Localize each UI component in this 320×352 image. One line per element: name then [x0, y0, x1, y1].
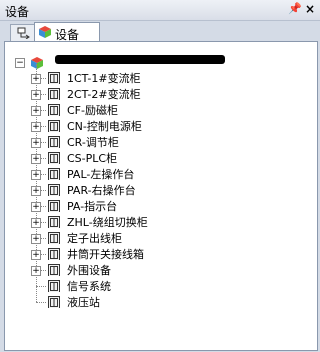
tree-item-label: CF-励磁柜	[67, 104, 118, 117]
tree-item-label: PA-指示台	[67, 200, 118, 213]
tree-item-label: 信号系统	[67, 280, 111, 293]
tree-item[interactable]: + 定子出线柜	[5, 231, 317, 247]
tree-item-label: ZHL-绕组切换柜	[67, 216, 148, 229]
tree-item-label: 外围设备	[67, 264, 111, 277]
tree-item[interactable]: + CF-励磁柜	[5, 103, 317, 119]
cabinet-icon	[48, 216, 60, 228]
expand-icon[interactable]: +	[31, 202, 41, 212]
expand-icon[interactable]: +	[31, 122, 41, 132]
tree-root[interactable]: −	[5, 55, 317, 71]
expand-icon[interactable]: +	[31, 250, 41, 260]
tree-item[interactable]: + CS-PLC柜	[5, 151, 317, 167]
device-panel: 设备 📌 × 设备 − + 1CT-1#变流柜 + 2CT-2#变流柜 + CF…	[0, 0, 320, 352]
cabinet-icon	[48, 248, 60, 260]
cabinet-icon	[48, 168, 60, 180]
tree-item-label: PAR-右操作台	[67, 184, 136, 197]
tree-item-label: 2CT-2#变流柜	[67, 88, 141, 101]
tree-item-label: PAL-左操作台	[67, 168, 135, 181]
tab-devices[interactable]: 设备	[34, 22, 100, 42]
root-label-redacted	[55, 55, 225, 64]
tab-strip: 设备	[0, 21, 320, 42]
tree-connector-branch	[36, 286, 46, 287]
device-tree: − +1CT-1#变流柜 +2CT-2#变流柜 + CF-励磁柜 + CN-控制电源柜 + C…	[5, 42, 317, 350]
cabinet-icon	[48, 232, 60, 244]
expand-icon[interactable]: +	[31, 90, 41, 100]
cabinet-icon	[48, 120, 60, 132]
cabinet-icon	[48, 88, 60, 100]
tree-item-label: 定子出线柜	[67, 232, 122, 245]
cabinet-icon	[48, 184, 60, 196]
cabinet-icon	[48, 280, 60, 292]
tree-item[interactable]: + PA-指示台	[5, 199, 317, 215]
expand-icon[interactable]: +	[31, 74, 41, 84]
expand-icon[interactable]: +	[31, 234, 41, 244]
expand-icon[interactable]: +	[31, 186, 41, 196]
cabinet-icon	[48, 152, 60, 164]
panel-title: 设备	[5, 5, 30, 19]
device-cube-icon	[31, 57, 43, 69]
tree-item[interactable]: + CR-调节柜	[5, 135, 317, 151]
tree-item[interactable]: 液压站	[5, 295, 317, 311]
tree-item[interactable]: 信号系统	[5, 279, 317, 295]
expand-icon[interactable]: +	[31, 106, 41, 116]
cabinet-icon	[48, 136, 60, 148]
tree-item[interactable]: + 外围设备	[5, 263, 317, 279]
tree-item[interactable]: + 井筒开关接线箱	[5, 247, 317, 263]
collapse-icon[interactable]: −	[15, 58, 25, 68]
close-icon[interactable]: ×	[304, 2, 316, 16]
tree-connector-branch	[36, 302, 46, 303]
device-cube-icon	[39, 26, 51, 38]
cabinet-icon	[48, 200, 60, 212]
cabinet-icon	[48, 296, 60, 308]
tree-item[interactable]: + PAL-左操作台	[5, 167, 317, 183]
expand-icon[interactable]: +	[31, 138, 41, 148]
panel-titlebar: 设备 📌 ×	[0, 0, 320, 21]
tree-item-label: CR-调节柜	[67, 136, 119, 149]
cabinet-icon	[48, 72, 60, 84]
expand-icon[interactable]: +	[31, 266, 41, 276]
expand-icon[interactable]: +	[31, 218, 41, 228]
cabinet-icon	[48, 104, 60, 116]
tree-item-label: 井筒开关接线箱	[67, 248, 144, 261]
tree-item[interactable]: + CN-控制电源柜	[5, 119, 317, 135]
device-tree-panel: − +1CT-1#变流柜 +2CT-2#变流柜 + CF-励磁柜 + CN-控制电源柜 + C…	[4, 41, 318, 351]
tree-item[interactable]: + ZHL-绕组切换柜	[5, 215, 317, 231]
folder-tree-icon	[17, 27, 30, 39]
tree-item-label: CS-PLC柜	[67, 152, 118, 165]
cabinet-icon	[48, 264, 60, 276]
tree-item-label: 液压站	[67, 296, 100, 309]
tree-item-label: 1CT-1#变流柜	[67, 72, 141, 85]
pin-icon[interactable]: 📌	[288, 2, 302, 16]
tree-item[interactable]: + PAR-右操作台	[5, 183, 317, 199]
expand-icon[interactable]: +	[31, 154, 41, 164]
tree-item-label: CN-控制电源柜	[67, 120, 142, 133]
tree-item[interactable]: +2CT-2#变流柜	[5, 87, 317, 103]
tree-item[interactable]: +1CT-1#变流柜	[5, 71, 317, 87]
expand-icon[interactable]: +	[31, 170, 41, 180]
